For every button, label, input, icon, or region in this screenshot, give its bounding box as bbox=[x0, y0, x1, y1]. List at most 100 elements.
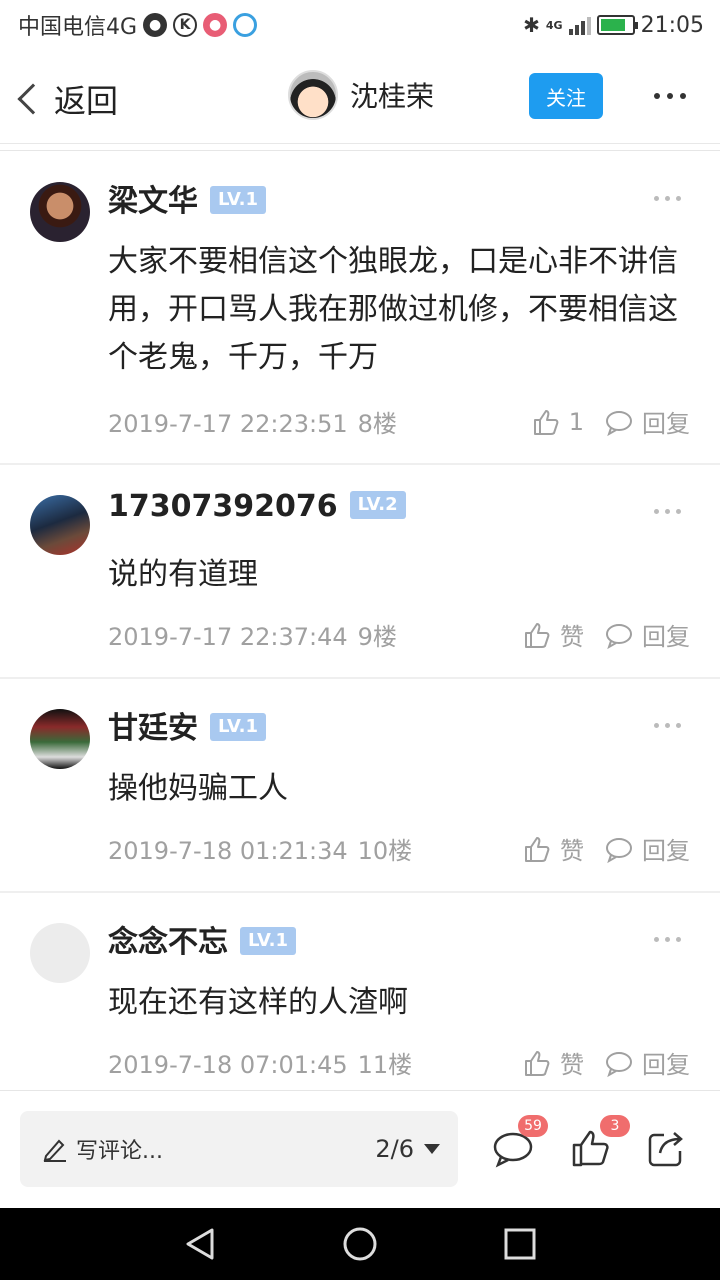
comment-actions: 1 回复 bbox=[531, 404, 690, 439]
avatar[interactable] bbox=[30, 182, 90, 242]
floor-number: 9楼 bbox=[357, 623, 397, 651]
comment-list: 梁文华 LV.1 大家不要相信这个独眼龙，口是心非不讲信用，开口骂人我在那做过机修… bbox=[0, 152, 720, 1089]
back-triangle-icon[interactable] bbox=[182, 1226, 218, 1262]
reply-button[interactable]: 回复 bbox=[604, 617, 690, 652]
status-bar: 中国电信4G ● K ● ✱ 4G 21:05 bbox=[0, 0, 720, 50]
reply-button[interactable]: 回复 bbox=[604, 831, 690, 866]
comment-date: 2019-7-18 07:01:45 bbox=[108, 1051, 348, 1079]
chevron-left-icon bbox=[17, 83, 49, 115]
comment-author[interactable]: 念念不忘 bbox=[108, 925, 228, 960]
comment-author-line: 甘廷安 LV.1 bbox=[108, 703, 266, 747]
comment-meta: 2019-7-18 01:21:34 10楼 bbox=[108, 831, 412, 866]
thumbs-up-icon bbox=[525, 836, 550, 862]
comment-author-line: 梁文华 LV.1 bbox=[108, 176, 266, 220]
dropdown-arrow-icon bbox=[424, 1144, 440, 1154]
comment-text: 现在还有这样的人渣啊 bbox=[108, 985, 408, 1020]
battery-level bbox=[600, 19, 625, 31]
comment-author[interactable]: 17307392076 bbox=[108, 489, 338, 524]
app-notification-icon: ● bbox=[203, 13, 228, 37]
reply-button[interactable]: 回复 bbox=[604, 1045, 690, 1080]
comment-date: 2019-7-18 01:21:34 bbox=[108, 837, 348, 865]
comment-actions: 赞 回复 bbox=[522, 617, 690, 652]
like-label: 赞 bbox=[560, 1051, 584, 1079]
comment-item: 梁文华 LV.1 大家不要相信这个独眼龙，口是心非不讲信用，开口骂人我在那做过机修… bbox=[0, 152, 720, 465]
like-button[interactable]: 1 bbox=[531, 407, 584, 437]
like-count-badge: 3 bbox=[600, 1115, 630, 1137]
back-label: 返回 bbox=[54, 82, 119, 120]
signal-strength-icon bbox=[568, 15, 591, 35]
reply-label: 回复 bbox=[642, 837, 690, 865]
level-badge: LV.2 bbox=[349, 490, 406, 519]
write-comment-input[interactable]: 写评论... 2/6 bbox=[20, 1111, 458, 1187]
battery-icon bbox=[596, 15, 638, 35]
comment-actions: 赞 回复 bbox=[522, 1045, 690, 1080]
like-button[interactable]: 赞 bbox=[522, 1045, 584, 1080]
comment-date: 2019-7-17 22:23:51 bbox=[108, 410, 348, 438]
floor-number: 11楼 bbox=[357, 1051, 413, 1079]
comment-meta: 2019-7-18 07:01:45 11楼 bbox=[108, 1045, 412, 1080]
carrier-label: 中国电信4G bbox=[18, 15, 138, 40]
nav-user[interactable]: 沈桂荣 bbox=[288, 70, 434, 120]
clock: 21:05 bbox=[640, 12, 704, 38]
level-badge: LV.1 bbox=[240, 926, 296, 955]
back-button[interactable]: 返回 bbox=[14, 76, 118, 122]
comment-item: 念念不忘 LV.1 现在还有这样的人渣啊 2019-7-18 07:01:45 11… bbox=[0, 893, 720, 1089]
comment-text: 操他妈骗工人 bbox=[108, 771, 288, 806]
network-type-label: 4G bbox=[545, 18, 563, 32]
share-button[interactable] bbox=[646, 1127, 688, 1169]
like-button[interactable]: 赞 bbox=[522, 831, 584, 866]
qq-notification-icon: ● bbox=[143, 13, 168, 37]
bottom-action-bar: 写评论... 2/6 59 3 bbox=[0, 1090, 720, 1208]
k-app-notification-icon: K bbox=[173, 13, 198, 37]
comment-more-icon[interactable] bbox=[654, 723, 681, 728]
comments-button[interactable]: 59 bbox=[492, 1115, 548, 1169]
reply-label: 回复 bbox=[642, 623, 690, 651]
comment-item: 甘廷安 LV.1 操他妈骗工人 2019-7-18 01:21:34 10楼 赞 回… bbox=[0, 679, 720, 893]
comment-text: 大家不要相信这个独眼龙，口是心非不讲信用，开口骂人我在那做过机修，不要相信这个老… bbox=[108, 244, 678, 375]
bluetooth-icon: ✱ bbox=[523, 13, 540, 37]
reply-button[interactable]: 回复 bbox=[604, 404, 690, 439]
page-selector[interactable]: 2/6 bbox=[375, 1135, 440, 1163]
home-circle-icon[interactable] bbox=[342, 1226, 378, 1262]
follow-button[interactable]: 关注 bbox=[529, 73, 603, 119]
comment-meta: 2019-7-17 22:23:51 8楼 bbox=[108, 404, 397, 439]
thumbs-up-icon bbox=[525, 1050, 550, 1076]
comment-more-icon[interactable] bbox=[654, 196, 681, 201]
comment-count-badge: 59 bbox=[518, 1115, 548, 1137]
comment-text: 说的有道理 bbox=[108, 557, 258, 592]
comment-author[interactable]: 梁文华 bbox=[108, 184, 198, 219]
avatar[interactable] bbox=[30, 709, 90, 769]
comment-bubble-icon bbox=[606, 837, 632, 863]
share-icon bbox=[648, 1132, 683, 1167]
like-label: 赞 bbox=[560, 837, 584, 865]
comment-meta: 2019-7-17 22:37:44 9楼 bbox=[108, 617, 397, 652]
recents-square-icon[interactable] bbox=[502, 1226, 538, 1262]
thumbs-up-icon bbox=[533, 409, 559, 435]
like-label: 1 bbox=[568, 407, 584, 436]
comment-date: 2019-7-17 22:37:44 bbox=[108, 623, 348, 651]
page-indicator-label: 2/6 bbox=[375, 1135, 414, 1163]
reply-label: 回复 bbox=[642, 1051, 690, 1079]
like-button[interactable]: 赞 bbox=[522, 617, 584, 652]
system-navigation-bar bbox=[0, 1208, 720, 1280]
comment-more-icon[interactable] bbox=[654, 509, 681, 514]
status-right: ✱ 4G 21:05 bbox=[523, 13, 704, 38]
avatar bbox=[288, 70, 338, 120]
like-post-button[interactable]: 3 bbox=[570, 1115, 630, 1169]
comment-author-line: 17307392076 LV.2 bbox=[108, 489, 406, 524]
comment-actions: 赞 回复 bbox=[522, 831, 690, 866]
avatar[interactable] bbox=[30, 495, 90, 555]
reply-label: 回复 bbox=[642, 410, 690, 438]
comment-bubble-icon bbox=[606, 410, 632, 436]
comment-more-icon[interactable] bbox=[654, 937, 681, 942]
comment-bubble-icon bbox=[606, 623, 632, 649]
comment-author-line: 念念不忘 LV.1 bbox=[108, 917, 296, 961]
floor-number: 8楼 bbox=[357, 410, 397, 438]
nav-username: 沈桂荣 bbox=[350, 80, 435, 113]
avatar[interactable] bbox=[30, 923, 90, 983]
comment-bubble-icon bbox=[606, 1051, 632, 1077]
comment-author[interactable]: 甘廷安 bbox=[108, 711, 198, 746]
write-comment-placeholder: 写评论... bbox=[76, 1139, 163, 1164]
nav-divider bbox=[0, 150, 720, 151]
more-options-icon[interactable] bbox=[654, 93, 686, 99]
